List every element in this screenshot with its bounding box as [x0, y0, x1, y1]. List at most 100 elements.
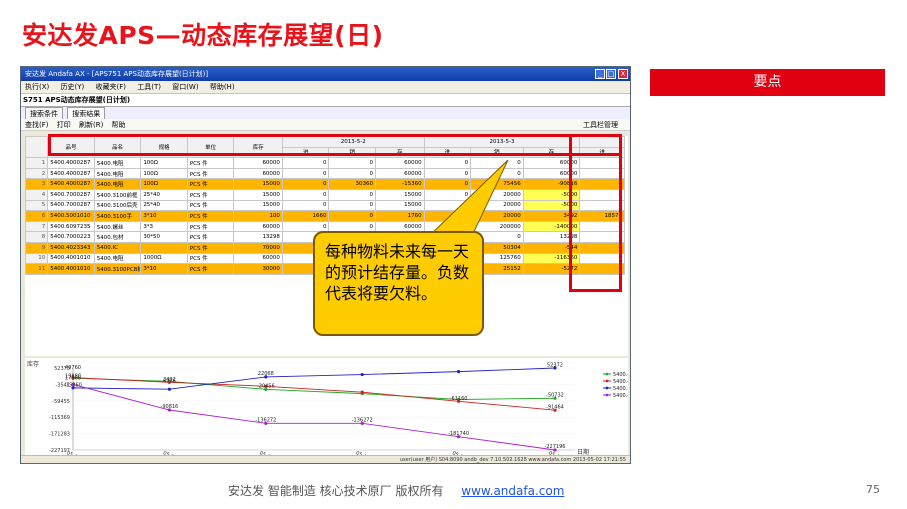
- table-cell[interactable]: 5400.7000287: [47, 188, 95, 201]
- table-cell[interactable]: -15360: [375, 178, 425, 190]
- table-cell[interactable]: PCS 件: [186, 231, 235, 243]
- table-cell[interactable]: 100: [233, 210, 283, 222]
- table-cell[interactable]: 3*10: [140, 263, 188, 275]
- table-cell[interactable]: 60000: [375, 157, 425, 169]
- find-button[interactable]: 查找(F): [25, 121, 49, 129]
- minimize-button[interactable]: _: [595, 69, 605, 79]
- table-cell[interactable]: 5400.7000287: [47, 199, 95, 212]
- menu-favorites[interactable]: 收藏夹(F): [95, 83, 126, 91]
- table-cell[interactable]: PCS 件: [186, 188, 235, 201]
- table-cell[interactable]: 3*10: [140, 210, 188, 222]
- table-row[interactable]: 5 5400.7000287 5400.3100后壳 25*40 PCS 件 15000 0…: [25, 199, 625, 212]
- table-cell[interactable]: 5400.4001010: [47, 263, 95, 275]
- table-cell[interactable]: 60000: [233, 252, 283, 265]
- table-cell[interactable]: 0: [423, 178, 472, 190]
- table-cell[interactable]: PCS 件: [186, 252, 235, 265]
- table-cell[interactable]: 5400.5001010: [47, 210, 95, 222]
- table-cell[interactable]: 60000: [233, 220, 283, 233]
- table-cell[interactable]: 5400.螺丝: [93, 220, 142, 233]
- table-cell[interactable]: 0: [423, 167, 472, 180]
- toolbar-manage-button[interactable]: 工具栏管理: [583, 119, 618, 131]
- maximize-button[interactable]: □: [606, 69, 616, 79]
- table-row[interactable]: 6 5400.5001010 5400.3100手 3*10 PCS 件 100 1660 0…: [25, 210, 625, 222]
- table-row[interactable]: 3 5400.4000287 5400.电阻 100Ω PCS 件 15000 0 30360…: [25, 178, 625, 190]
- close-button[interactable]: X: [618, 69, 628, 79]
- table-cell[interactable]: 5400.4001010: [47, 252, 95, 265]
- table-cell[interactable]: 15000: [375, 199, 425, 212]
- help-button[interactable]: 帮助: [112, 121, 126, 129]
- table-cell[interactable]: 0: [328, 167, 376, 180]
- table-cell[interactable]: 1760: [375, 210, 425, 222]
- table-cell[interactable]: 5400.3100手: [93, 210, 142, 222]
- table-row[interactable]: 4 5400.7000287 5400.3100前框 25*40 PCS 件 15000 0…: [25, 188, 625, 201]
- menu-help[interactable]: 帮助(H): [210, 83, 235, 91]
- menu-tools[interactable]: 工具(T): [137, 83, 161, 91]
- table-cell[interactable]: 30360: [328, 178, 376, 190]
- table-cell[interactable]: 5400.6097235: [47, 220, 95, 233]
- table-cell[interactable]: 60000: [375, 167, 425, 180]
- table-cell[interactable]: 100Ω: [140, 167, 188, 180]
- table-cell[interactable]: 0: [470, 157, 524, 169]
- table-cell[interactable]: 5400.7000223: [47, 231, 95, 243]
- table-row[interactable]: 1 5400.4000287 5400.电阻 100Ω PCS 件 60000 0 0 6000…: [25, 157, 625, 169]
- table-cell[interactable]: 0: [423, 157, 472, 169]
- table-cell[interactable]: 5400.3100后壳: [93, 199, 142, 212]
- refresh-button[interactable]: 刷新(R): [79, 121, 103, 129]
- table-cell[interactable]: 60000: [233, 167, 283, 180]
- table-cell[interactable]: PCS 件: [186, 220, 235, 233]
- table-cell[interactable]: 5400.3100前框: [93, 188, 142, 201]
- table-cell[interactable]: PCS 件: [186, 157, 235, 169]
- table-cell[interactable]: 25*40: [140, 199, 188, 212]
- table-cell[interactable]: 0: [281, 167, 330, 180]
- table-cell[interactable]: 1660: [281, 210, 330, 222]
- table-cell[interactable]: 20000: [470, 210, 524, 222]
- table-cell[interactable]: 15000: [375, 188, 425, 201]
- table-cell[interactable]: 15000: [233, 188, 283, 201]
- table-cell[interactable]: PCS 件: [186, 199, 235, 212]
- table-cell[interactable]: PCS 件: [186, 167, 235, 180]
- table-cell[interactable]: 0: [281, 178, 330, 190]
- table-cell[interactable]: 25*40: [140, 188, 188, 201]
- table-cell[interactable]: 15000: [233, 199, 283, 212]
- table-cell[interactable]: 0: [281, 188, 330, 201]
- table-cell[interactable]: 200000: [470, 220, 524, 233]
- table-cell[interactable]: 100Ω: [140, 157, 188, 169]
- table-cell[interactable]: 0: [328, 199, 376, 212]
- menu-window[interactable]: 窗口(W): [172, 83, 198, 91]
- table-cell[interactable]: 5400.4023343: [47, 241, 95, 254]
- table-cell[interactable]: [140, 241, 188, 254]
- table-cell[interactable]: 0: [328, 210, 376, 222]
- table-cell[interactable]: 1000Ω: [140, 252, 188, 265]
- table-cell[interactable]: 20000: [470, 199, 524, 212]
- table-row[interactable]: 2 5400.4000287 5400.电阻 100Ω PCS 件 60000 0 0 6000…: [25, 167, 625, 180]
- table-cell[interactable]: PCS 件: [186, 241, 235, 254]
- table-cell[interactable]: 75456: [470, 178, 524, 190]
- table-cell[interactable]: 5400.电阻: [93, 157, 142, 169]
- table-cell[interactable]: 5400.电阻: [93, 167, 142, 180]
- table-cell[interactable]: 0: [281, 199, 330, 212]
- table-cell[interactable]: 15000: [233, 178, 283, 190]
- table-cell[interactable]: 30*50: [140, 231, 188, 243]
- table-cell[interactable]: 20000: [470, 188, 524, 201]
- document-tab[interactable]: S751 APS动态库存展望(日计划): [21, 94, 630, 107]
- table-cell[interactable]: 5400.4000287: [47, 157, 95, 169]
- table-cell[interactable]: 5400.4000287: [47, 178, 95, 190]
- table-cell[interactable]: 100Ω: [140, 178, 188, 190]
- table-cell[interactable]: PCS 件: [186, 178, 235, 190]
- menu-history[interactable]: 历史(Y): [61, 83, 85, 91]
- table-cell[interactable]: 5400.电阻: [93, 178, 142, 190]
- table-cell[interactable]: 5400.包材: [93, 231, 142, 243]
- table-cell[interactable]: PCS 件: [186, 263, 235, 275]
- table-cell[interactable]: 3*3: [140, 220, 188, 233]
- table-cell[interactable]: 5400.IC: [93, 241, 142, 254]
- table-cell[interactable]: 60000: [233, 157, 283, 169]
- print-button[interactable]: 打印: [57, 121, 71, 129]
- table-cell[interactable]: 1732: [423, 210, 472, 222]
- table-cell[interactable]: PCS 件: [186, 210, 235, 222]
- table-cell[interactable]: 0: [281, 157, 330, 169]
- table-cell[interactable]: 0: [470, 167, 524, 180]
- menu-execute[interactable]: 执行(X): [25, 83, 49, 91]
- footer-link[interactable]: www.andafa.com: [461, 484, 564, 498]
- table-cell[interactable]: 5400.3100PCB板: [93, 263, 142, 275]
- table-cell[interactable]: 0: [328, 157, 376, 169]
